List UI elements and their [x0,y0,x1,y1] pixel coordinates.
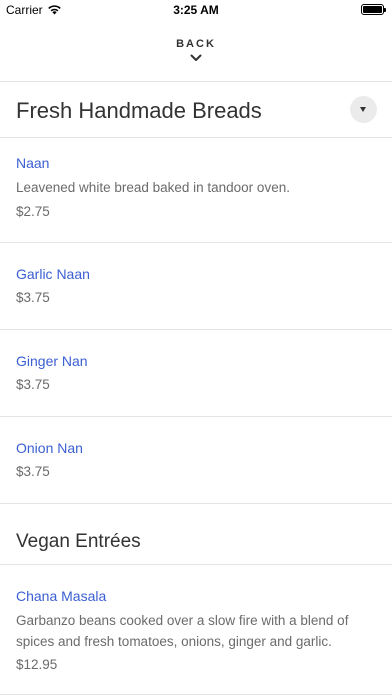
back-label: BACK [176,38,216,50]
item-name: Onion Nan [16,440,83,456]
clock: 3:25 AM [173,3,219,17]
item-price: $3.75 [16,464,50,479]
item-name: Ginger Nan [16,353,88,369]
item-price: $3.75 [16,377,50,392]
section-title: Vegan Entrées [16,531,141,552]
section-header: Vegan Entrées [0,504,392,564]
menu-item[interactable]: Ginger Nan $3.75 [0,330,392,416]
menu-item[interactable]: Onion Nan $3.75 [0,417,392,503]
item-name: Naan [16,155,50,171]
item-name: Garlic Naan [16,266,90,282]
item-description: Garbanzo beans cooked over a slow fire w… [16,613,349,649]
section-header: Fresh Handmade Breads [0,82,392,138]
battery-icon [361,4,386,15]
section-title: Fresh Handmade Breads [16,98,262,123]
item-price: $3.75 [16,290,50,305]
menu-item[interactable]: Naan Leavened white bread baked in tando… [0,138,392,242]
divider [0,694,392,695]
back-button[interactable]: BACK [0,38,392,74]
item-price: $12.95 [16,657,58,672]
chevron-down-icon [190,54,202,61]
item-name: Chana Masala [16,588,107,604]
status-bar: Carrier 3:25 AM [0,0,392,20]
menu-item[interactable]: Garlic Naan $3.75 [0,243,392,329]
item-price: $2.75 [16,204,50,219]
item-description: Leavened white bread baked in tandoor ov… [16,180,290,195]
caret-down-icon [360,107,366,112]
category-dropdown-button[interactable] [350,96,377,123]
menu-item[interactable]: Chana Masala Garbanzo beans cooked over … [0,565,392,695]
